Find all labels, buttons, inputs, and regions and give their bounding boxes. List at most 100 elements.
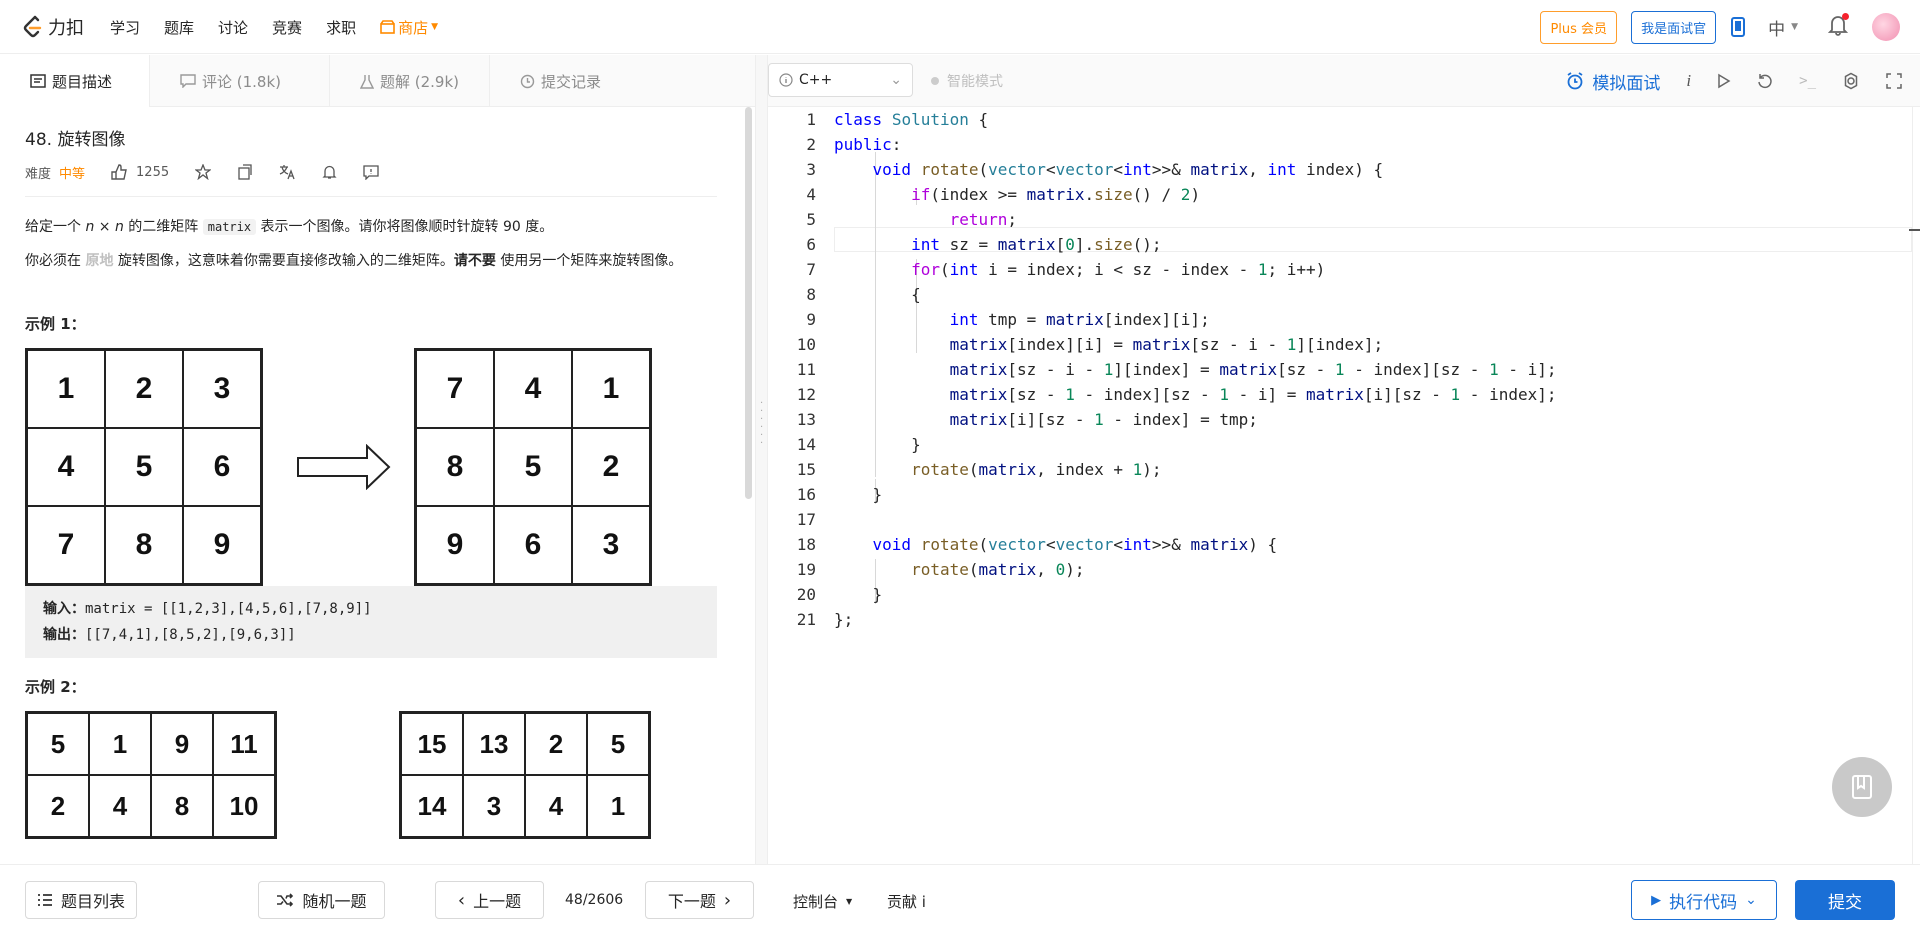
prev-problem-button[interactable]: ‹ 上一题 xyxy=(435,881,544,919)
feedback-icon[interactable] xyxy=(363,164,379,180)
matrix-cell: 9 xyxy=(416,506,494,584)
submit-button[interactable]: 提交 xyxy=(1795,880,1895,920)
matrix-cell: 4 xyxy=(89,775,151,837)
phone-icon[interactable] xyxy=(1730,17,1746,37)
mock-interview-button[interactable]: 模拟面试 xyxy=(1566,69,1660,94)
tab-solutions[interactable]: 题解 (2.9k) xyxy=(330,55,490,107)
tab-submissions-label: 提交记录 xyxy=(541,72,602,91)
code-text: public: xyxy=(834,135,902,154)
code-line[interactable]: 2 public: xyxy=(768,132,1912,157)
code-line[interactable]: 1 class Solution { xyxy=(768,107,1912,132)
code-line[interactable]: 8 { xyxy=(768,282,1912,307)
plus-member-button[interactable]: Plus 会员 xyxy=(1540,10,1618,44)
p2-highlight-link[interactable]: 原地 xyxy=(85,253,113,269)
problem-list-button[interactable]: 题目列表 xyxy=(25,881,137,919)
interviewer-button[interactable]: 我是面试官 xyxy=(1631,10,1717,44)
code-line[interactable]: 3 void rotate(vector<vector<int>>& matri… xyxy=(768,157,1912,182)
contribute-button[interactable]: 贡献 i xyxy=(887,891,926,912)
line-number: 9 xyxy=(806,310,816,329)
top-navbar: 力扣 学习 题库 讨论 竞赛 求职 商店 ▼ Plus 会员 我是面试官 中 ▼ xyxy=(0,0,1920,54)
tab-comments[interactable]: 评论 (1.8k) xyxy=(150,55,330,107)
code-line[interactable]: 15 rotate(matrix, index + 1); xyxy=(768,457,1912,482)
notes-floating-button[interactable] xyxy=(1832,757,1892,817)
matrix-cell: 8 xyxy=(151,775,213,837)
p1-text-c: 表示一个图像。请你将图像顺时针旋转 90 度。 xyxy=(256,219,554,235)
input-value: matrix = [[1,2,3],[4,5,6],[7,8,9]] xyxy=(85,601,372,617)
terminal-icon[interactable]: >_ xyxy=(1799,73,1816,89)
code-line[interactable]: 14 } xyxy=(768,432,1912,457)
panel-resize-handle[interactable]: · · · · · · xyxy=(755,55,768,864)
code-line[interactable]: 19 rotate(matrix, 0); xyxy=(768,557,1912,582)
bell-icon[interactable] xyxy=(322,164,337,180)
code-line[interactable]: 5 return; xyxy=(768,207,1912,232)
line-number: 14 xyxy=(796,435,816,454)
random-problem-button[interactable]: 随机一题 xyxy=(258,881,385,919)
italic-info-icon[interactable]: i xyxy=(1686,71,1691,91)
code-line[interactable]: 7 for(int i = index; i < sz - index - 1;… xyxy=(768,257,1912,282)
language-select[interactable]: C++ ⌄ xyxy=(768,63,913,97)
avatar[interactable] xyxy=(1872,13,1900,41)
code-line[interactable]: 20 } xyxy=(768,582,1912,607)
divider xyxy=(25,196,717,197)
code-text: { xyxy=(834,285,921,304)
example-1-title: 示例 1： xyxy=(25,315,86,333)
gear-icon[interactable] xyxy=(1842,72,1860,90)
nav-problems[interactable]: 题库 xyxy=(164,17,194,38)
code-line[interactable]: 9 int tmp = matrix[index][i]; xyxy=(768,307,1912,332)
nav-discuss[interactable]: 讨论 xyxy=(218,17,248,38)
fullscreen-icon[interactable] xyxy=(1886,73,1902,89)
editor-scrollbar[interactable] xyxy=(1909,107,1920,864)
notification-bell[interactable] xyxy=(1827,13,1849,40)
line-number: 10 xyxy=(796,335,816,354)
editor-actions: 模拟面试 i >_ xyxy=(1566,55,1902,107)
play-icon[interactable] xyxy=(1717,73,1731,89)
problem-list-label: 题目列表 xyxy=(60,892,125,911)
code-line[interactable]: 18 void rotate(vector<vector<int>>& matr… xyxy=(768,532,1912,557)
code-text: } xyxy=(834,435,921,454)
p1-text-a: 给定一个 xyxy=(25,219,86,235)
code-line[interactable]: 4 if(index >= matrix.size() / 2) xyxy=(768,182,1912,207)
description-icon xyxy=(30,74,46,88)
console-toggle[interactable]: 控制台 ▼ xyxy=(793,891,852,912)
translate-icon[interactable] xyxy=(279,164,296,180)
code-line[interactable]: 6 int sz = matrix[0].size(); xyxy=(768,232,1912,257)
leetcode-logo[interactable]: 力扣 xyxy=(22,14,84,40)
code-editor[interactable]: 1 class Solution {2 public: 3 void rotate(v… xyxy=(768,107,1912,864)
tab-submissions[interactable]: 提交记录 xyxy=(490,55,631,107)
nav-contest[interactable]: 竞赛 xyxy=(272,17,302,38)
matrix-cell: 6 xyxy=(183,428,261,506)
code-line[interactable]: 17 xyxy=(768,507,1912,532)
run-code-button[interactable]: ▶ 执行代码 ⌄ xyxy=(1631,880,1777,920)
nav-learn[interactable]: 学习 xyxy=(110,17,140,38)
share-icon[interactable] xyxy=(237,164,253,180)
code-line[interactable]: 11 matrix[sz - i - 1][index] = matrix[sz… xyxy=(768,357,1912,382)
line-number: 6 xyxy=(806,235,816,254)
line-number: 15 xyxy=(796,460,816,479)
code-line[interactable]: 16 } xyxy=(768,482,1912,507)
nav-jobs[interactable]: 求职 xyxy=(326,17,356,38)
like-count: 1255 xyxy=(136,164,170,180)
chevron-down-icon: ▼ xyxy=(1791,22,1798,32)
nav-shop[interactable]: 商店 ▼ xyxy=(380,17,438,38)
problem-paragraph-1: 给定一个 n × n 的二维矩阵 matrix 表示一个图像。请你将图像顺时针旋… xyxy=(25,215,720,239)
output-label: 输出： xyxy=(43,627,85,643)
star-icon[interactable] xyxy=(195,164,212,180)
language-switch[interactable]: 中 ▼ xyxy=(1768,15,1798,40)
code-text: matrix[sz - i - 1][index] = matrix[sz - … xyxy=(949,360,1557,379)
code-line[interactable]: 21}; xyxy=(768,607,1912,632)
code-line[interactable]: 13 matrix[i][sz - 1 - index] = tmp; xyxy=(768,407,1912,432)
code-line[interactable]: 12 matrix[sz - 1 - index][sz - 1 - i] = … xyxy=(768,382,1912,407)
tab-description[interactable]: 题目描述 xyxy=(0,55,150,107)
description-scrollbar[interactable] xyxy=(745,107,755,864)
line-number: 18 xyxy=(796,535,816,554)
reset-icon[interactable] xyxy=(1757,73,1773,89)
like-button[interactable]: 1255 xyxy=(111,163,170,181)
next-problem-button[interactable]: 下一题 › xyxy=(645,881,754,919)
matrix-cell: 8 xyxy=(105,506,183,584)
smart-mode-toggle[interactable]: 智能模式 xyxy=(931,71,1003,91)
scrollbar-thumb[interactable] xyxy=(745,107,752,499)
example-2-figure: 5 1 9 11 2 4 8 10 15 13 2 5 14 3 4 1 xyxy=(25,711,720,839)
matrix-cell: 1 xyxy=(572,350,650,428)
notebook-icon xyxy=(1852,775,1872,799)
code-line[interactable]: 10 matrix[index][i] = matrix[sz - i - 1]… xyxy=(768,332,1912,357)
